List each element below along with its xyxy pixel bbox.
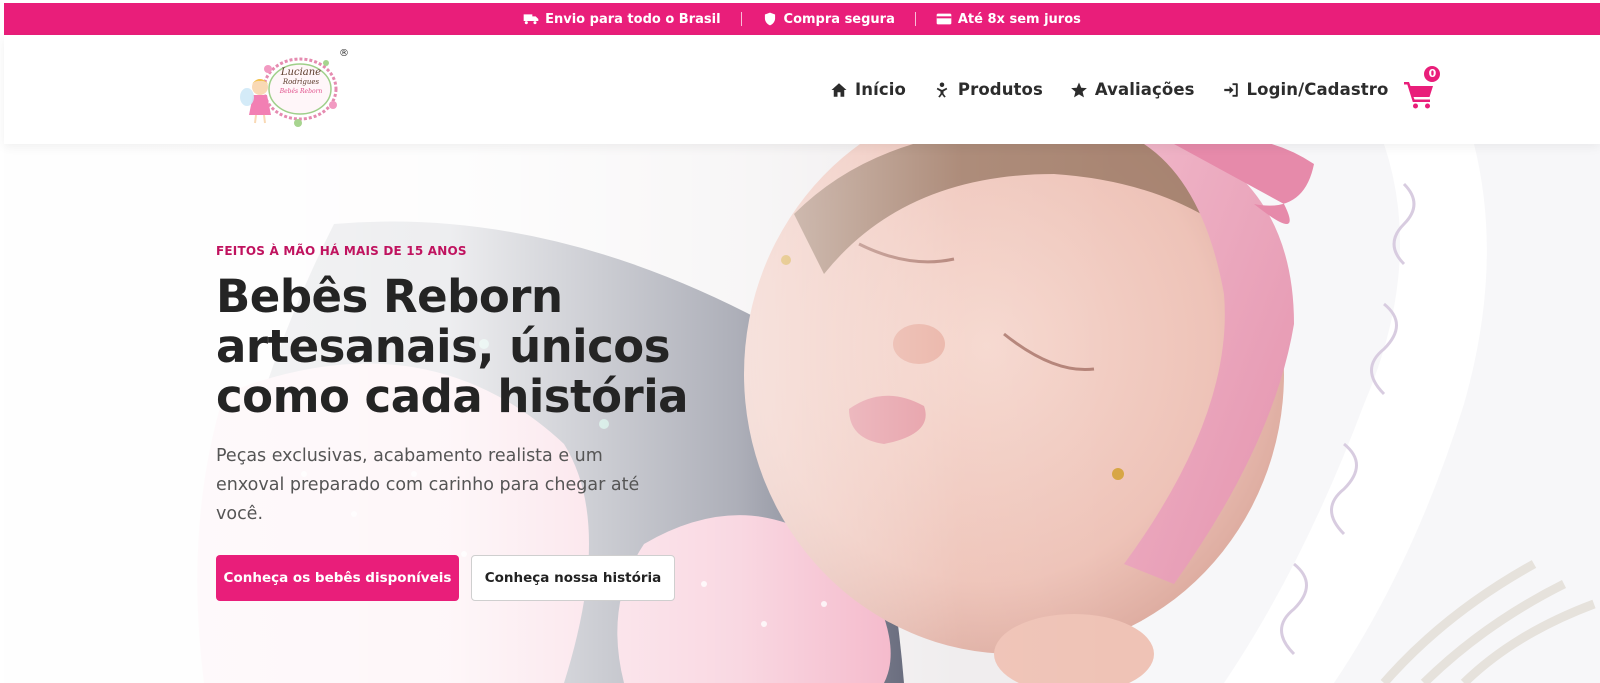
nav-item-home[interactable]: Início xyxy=(830,80,906,99)
hero-section: FEITOS À MÃO HÁ MAIS DE 15 ANOS Bebês Re… xyxy=(4,144,1600,683)
login-icon xyxy=(1223,82,1238,97)
our-story-button[interactable]: Conheça nossa história xyxy=(471,555,675,601)
brand-logo[interactable]: Luciane Rodrigues Bebês Reborn ® xyxy=(238,45,350,133)
hero-headline-line-1: Bebês Reborn xyxy=(216,270,563,323)
see-available-babies-button[interactable]: Conheça os bebês disponíveis xyxy=(216,555,459,601)
shield-icon xyxy=(764,12,775,26)
hero-subtitle: Peças exclusivas, acabamento realista e … xyxy=(216,446,640,524)
registered-mark: ® xyxy=(339,48,349,59)
logo-wordmark: Luciane Rodrigues Bebês Reborn xyxy=(271,67,331,97)
promo-secure-label: Compra segura xyxy=(783,11,895,27)
promo-secure: Compra segura xyxy=(742,12,915,27)
cart-button[interactable]: 0 xyxy=(1404,63,1443,108)
nav-item-login[interactable]: Login/Cadastro xyxy=(1222,80,1389,99)
promo-shipping-label: Envio para todo o Brasil xyxy=(545,11,721,27)
logo-line-3: Bebês Reborn xyxy=(279,88,323,95)
logo-line-2: Rodrigues xyxy=(282,78,320,86)
truck-icon xyxy=(523,14,539,25)
logo-line-1: Luciane xyxy=(280,67,322,78)
hero-buttons: Conheça os bebês disponíveis Conheça nos… xyxy=(216,555,736,601)
hero-eyebrow: FEITOS À MÃO HÁ MAIS DE 15 ANOS xyxy=(216,244,467,258)
nav-item-reviews[interactable]: Avaliações xyxy=(1070,80,1195,99)
promo-shipping: Envio para todo o Brasil xyxy=(503,12,740,27)
star-icon xyxy=(1071,82,1087,97)
promo-installments-label: Até 8x sem juros xyxy=(957,11,1081,27)
home-icon xyxy=(831,82,847,97)
promo-bar: Envio para todo o Brasil Compra segura A… xyxy=(4,3,1600,35)
hero-headline-line-2: artesanais, únicos xyxy=(216,320,671,373)
hero-headline-line-3: como cada história xyxy=(216,370,689,423)
nav-item-home-label: Início xyxy=(855,80,906,99)
hero-content: FEITOS À MÃO HÁ MAIS DE 15 ANOS Bebês Re… xyxy=(216,244,736,601)
nav-item-reviews-label: Avaliações xyxy=(1094,80,1195,99)
site-header: Luciane Rodrigues Bebês Reborn ® Início … xyxy=(4,35,1600,144)
cart-count-badge: 0 xyxy=(1422,63,1443,84)
baby-icon xyxy=(936,82,948,97)
nav-item-login-label: Login/Cadastro xyxy=(1246,80,1389,99)
nav-item-products-label: Produtos xyxy=(957,80,1043,99)
credit-card-icon xyxy=(936,13,952,25)
nav-item-products[interactable]: Produtos xyxy=(933,80,1043,99)
main-nav: Início Produtos Avaliações Login/Cadastr… xyxy=(830,35,1443,144)
cart-icon xyxy=(1404,81,1434,108)
promo-installments: Até 8x sem juros xyxy=(916,12,1101,27)
hero-headline: Bebês Reborn artesanais, únicos como cad… xyxy=(216,272,736,422)
